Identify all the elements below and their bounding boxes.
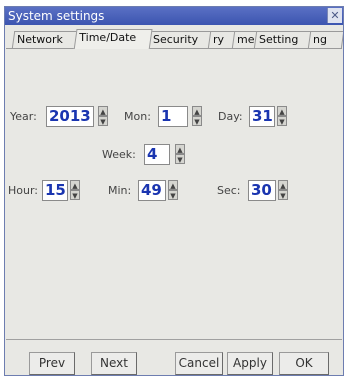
min-label: Min:	[108, 184, 132, 197]
prev-button[interactable]: Prev	[29, 352, 75, 375]
day-stepper[interactable]: ▲ ▼	[277, 106, 287, 126]
week-stepper[interactable]: ▲ ▼	[175, 144, 185, 164]
year-stepper[interactable]: ▲ ▼	[98, 106, 108, 126]
mon-field[interactable]: 1	[158, 106, 188, 127]
tab-security[interactable]: Security	[147, 31, 213, 49]
hour-down-arrow-icon[interactable]: ▼	[70, 190, 80, 200]
hour-stepper[interactable]: ▲ ▼	[70, 180, 80, 200]
title-bar[interactable]: System settings ✕	[5, 7, 343, 25]
year-down-arrow-icon[interactable]: ▼	[98, 116, 108, 126]
tab-bar: Network Time/Date Security ry me Setting…	[5, 25, 343, 49]
day-field[interactable]: 31	[249, 106, 275, 127]
year-up-arrow-icon[interactable]: ▲	[98, 106, 108, 116]
window-title: System settings	[8, 9, 105, 23]
min-down-arrow-icon[interactable]: ▼	[168, 190, 178, 200]
sec-label: Sec:	[217, 184, 241, 197]
mon-up-arrow-icon[interactable]: ▲	[192, 106, 202, 116]
mon-label: Mon:	[124, 110, 151, 123]
hour-label: Hour:	[8, 184, 39, 197]
tab-ng[interactable]: ng	[307, 31, 343, 49]
min-stepper[interactable]: ▲ ▼	[168, 180, 178, 200]
tab-time-date[interactable]: Time/Date	[73, 29, 153, 49]
tab-setting[interactable]: Setting	[253, 31, 313, 49]
year-label: Year:	[10, 110, 37, 123]
hour-up-arrow-icon[interactable]: ▲	[70, 180, 80, 190]
mon-stepper[interactable]: ▲ ▼	[192, 106, 202, 126]
sec-up-arrow-icon[interactable]: ▲	[278, 180, 288, 190]
day-up-arrow-icon[interactable]: ▲	[277, 106, 287, 116]
week-down-arrow-icon[interactable]: ▼	[175, 154, 185, 164]
day-down-arrow-icon[interactable]: ▼	[277, 116, 287, 126]
settings-window: System settings ✕ Network Time/Date Secu…	[4, 6, 344, 376]
mon-down-arrow-icon[interactable]: ▼	[192, 116, 202, 126]
tab-network[interactable]: Network	[11, 31, 79, 49]
week-field[interactable]: 4	[144, 144, 170, 165]
next-button[interactable]: Next	[91, 352, 137, 375]
time-date-panel: Year: 2013 ▲ ▼ Mon: 1 ▲ ▼ Day: 31 ▲ ▼ We…	[6, 48, 342, 339]
close-button[interactable]: ✕	[327, 8, 342, 23]
hour-field[interactable]: 15	[42, 180, 68, 201]
sec-field[interactable]: 30	[248, 180, 276, 201]
sec-stepper[interactable]: ▲ ▼	[278, 180, 288, 200]
apply-button[interactable]: Apply	[227, 352, 273, 375]
min-field[interactable]: 49	[138, 180, 166, 201]
button-bar-divider	[6, 339, 342, 340]
year-field[interactable]: 2013	[46, 106, 94, 127]
week-up-arrow-icon[interactable]: ▲	[175, 144, 185, 154]
cancel-button[interactable]: Cancel	[175, 352, 223, 375]
sec-down-arrow-icon[interactable]: ▼	[278, 190, 288, 200]
day-label: Day:	[218, 110, 243, 123]
min-up-arrow-icon[interactable]: ▲	[168, 180, 178, 190]
week-label: Week:	[102, 148, 136, 161]
ok-button[interactable]: OK	[279, 352, 329, 375]
